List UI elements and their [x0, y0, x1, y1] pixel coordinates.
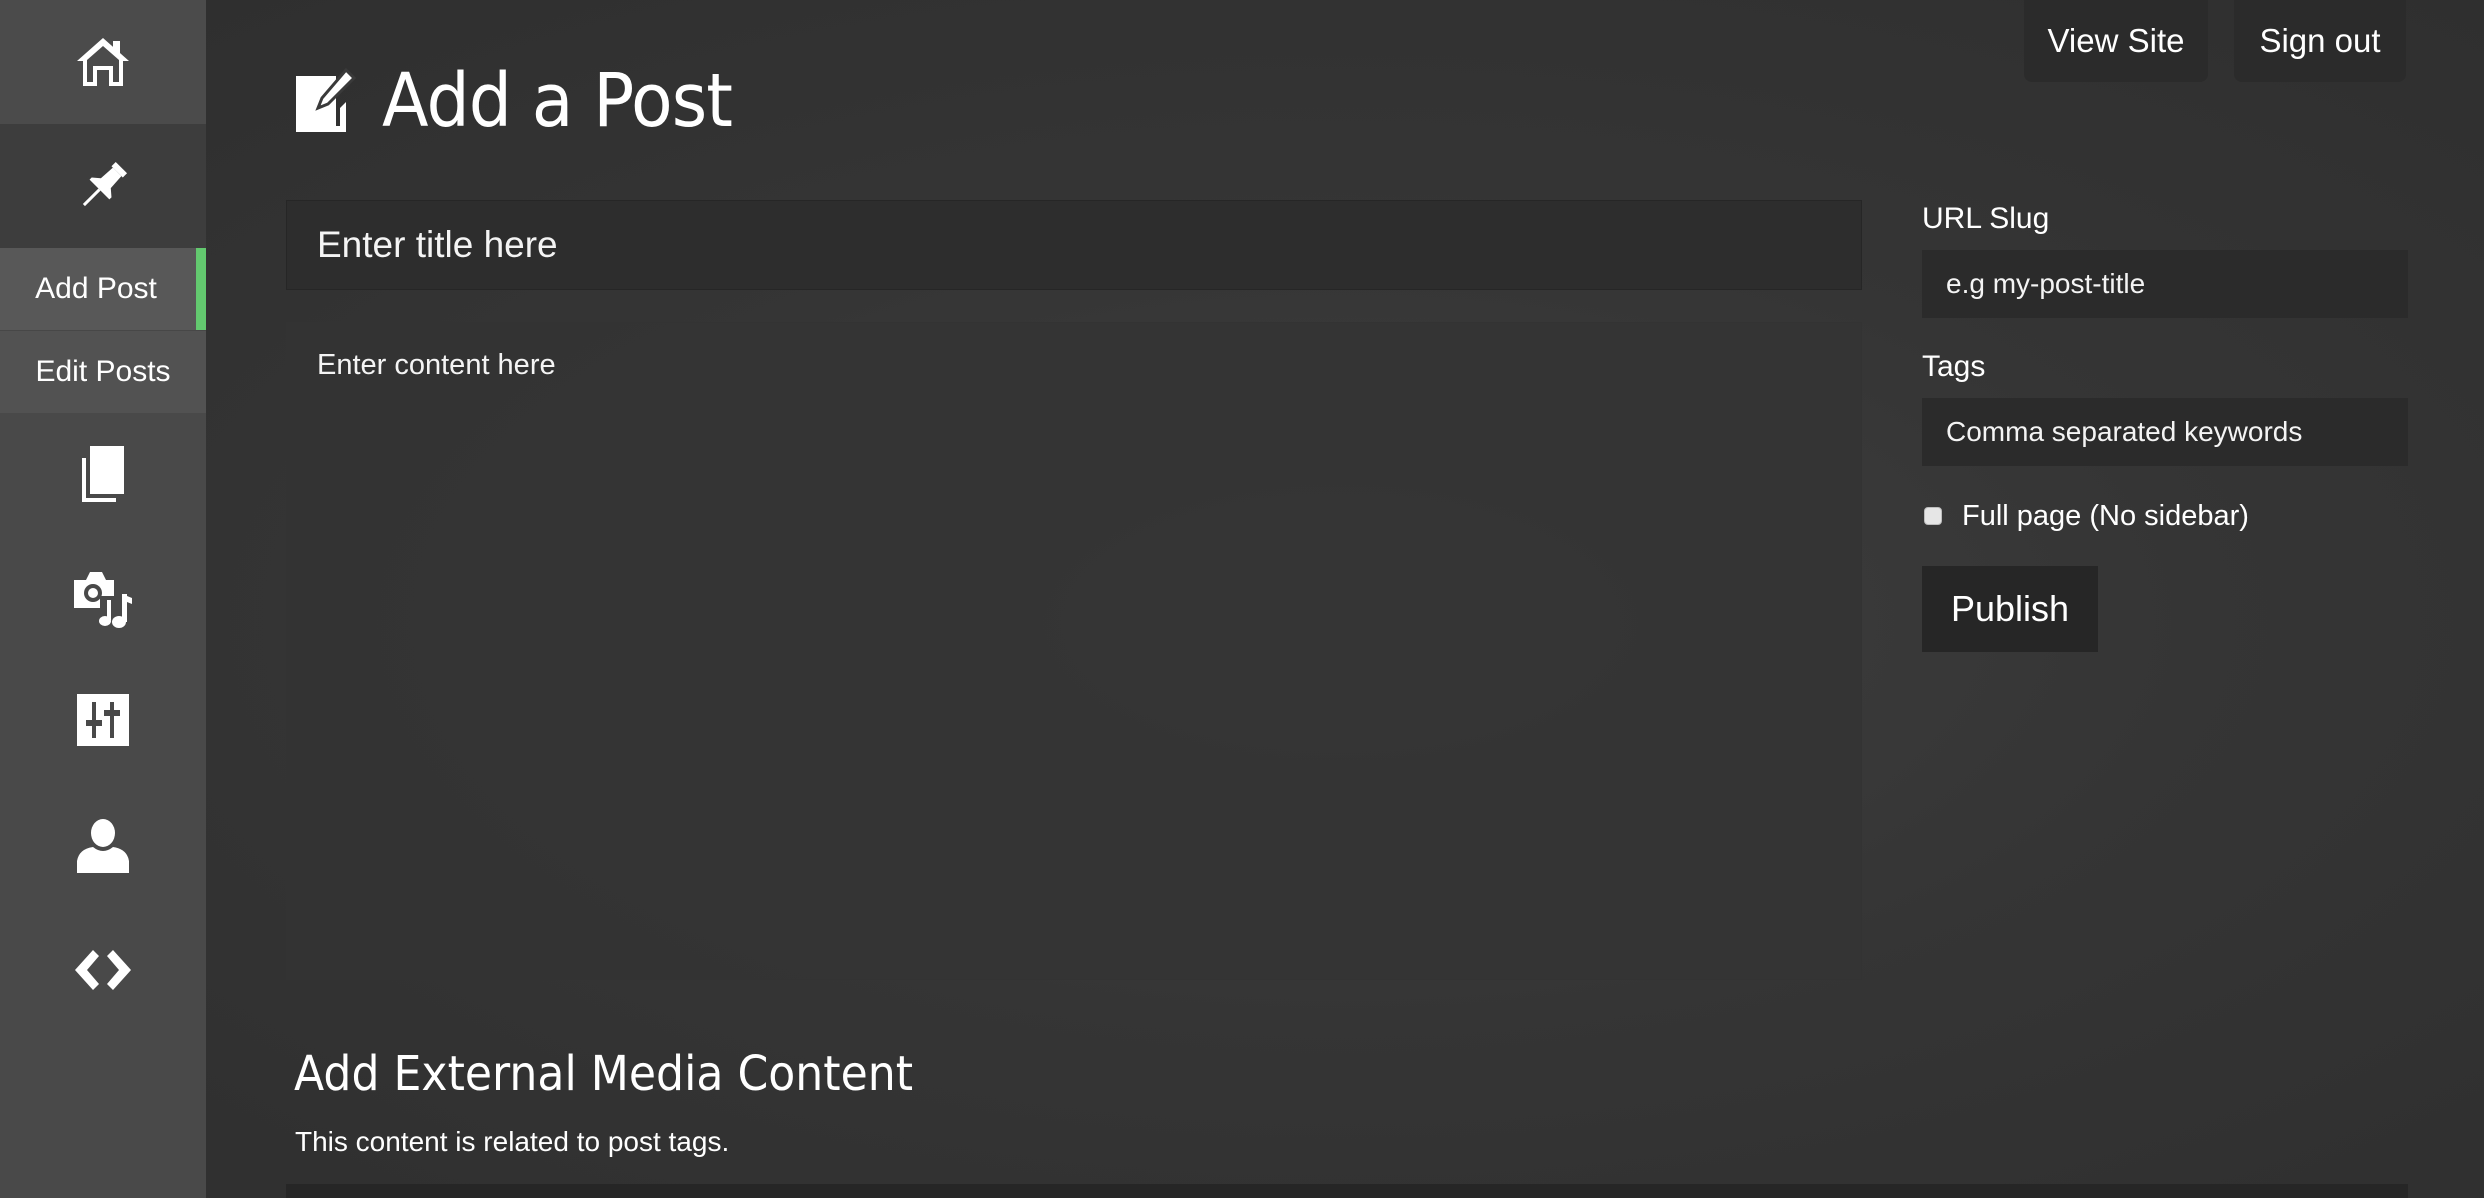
sidebar-item-label: Add Post: [35, 272, 157, 305]
sidebar-item-pages[interactable]: [0, 412, 206, 536]
sidebar-item-posts[interactable]: [0, 124, 206, 248]
full-page-label: Full page (No sidebar): [1962, 499, 2249, 532]
sidebar-item-code[interactable]: [0, 908, 206, 1032]
url-slug-label: URL Slug: [1922, 202, 2050, 235]
sidebar-item-label: Edit Posts: [35, 355, 171, 388]
settings-icon: [77, 694, 129, 746]
media-icon: [74, 572, 132, 628]
external-media-heading: Add External Media Content: [294, 1046, 914, 1102]
sidebar-item-edit-posts[interactable]: Edit Posts: [0, 330, 206, 413]
url-slug-input[interactable]: [1922, 250, 2408, 318]
sidebar-item-settings[interactable]: [0, 658, 206, 782]
sidebar-item-users[interactable]: [0, 784, 206, 908]
user-icon: [77, 819, 129, 873]
tags-label: Tags: [1922, 350, 1986, 383]
external-media-description: This content is related to post tags.: [295, 1126, 730, 1157]
code-icon: [75, 950, 131, 990]
home-icon: [77, 38, 129, 86]
sign-out-button[interactable]: Sign out: [2234, 0, 2406, 82]
external-media-panel: [286, 1184, 2408, 1198]
post-title-input[interactable]: [286, 200, 1862, 290]
post-content-textarea[interactable]: [286, 322, 1862, 980]
sidebar-item-media[interactable]: [0, 536, 206, 660]
pin-icon: [82, 161, 128, 207]
full-page-option: Full page (No sidebar): [1924, 498, 2249, 534]
full-page-checkbox[interactable]: [1924, 507, 1942, 525]
pages-icon: [82, 446, 124, 502]
view-site-button[interactable]: View Site: [2024, 0, 2208, 82]
publish-button[interactable]: Publish: [1922, 566, 2098, 652]
sidebar-item-home[interactable]: [0, 0, 206, 124]
page-title: Add a Post: [382, 58, 733, 144]
tags-input[interactable]: [1922, 398, 2408, 466]
edit-icon: [296, 68, 356, 132]
page-header: Add a Post: [294, 56, 763, 146]
sidebar-item-add-post[interactable]: Add Post: [0, 248, 206, 330]
sidebar: Add Post Edit Posts: [0, 0, 206, 1198]
active-indicator: [196, 248, 206, 330]
